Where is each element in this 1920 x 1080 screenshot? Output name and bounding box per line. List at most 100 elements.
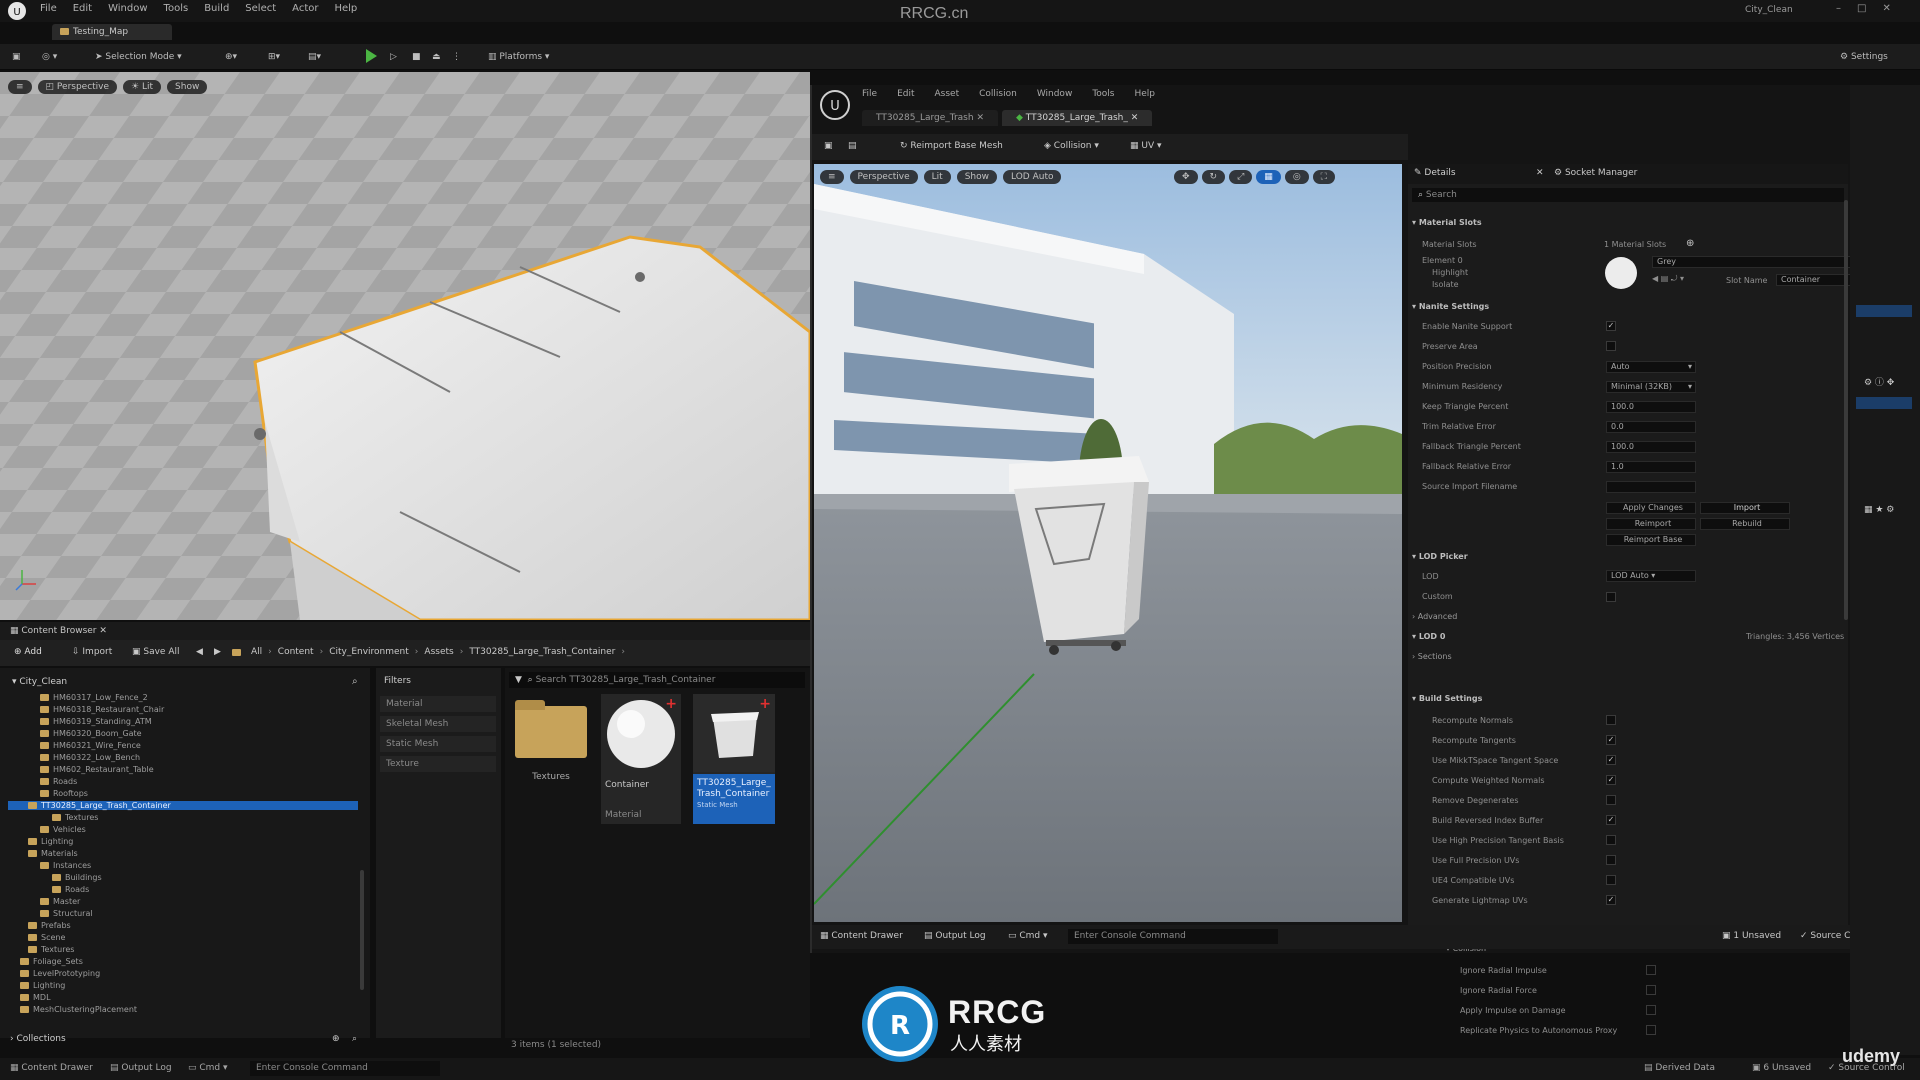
prop-input[interactable]: 1.0 <box>1606 461 1696 473</box>
details-scrollbar[interactable] <box>1844 200 1848 620</box>
collections-header[interactable]: › Collections <box>10 1034 66 1044</box>
tree-item[interactable]: HM60319_Standing_ATM <box>40 717 152 726</box>
output-log-button[interactable]: ▤ Output Log <box>110 1063 172 1073</box>
output-log-button[interactable]: ▤ Output Log <box>924 931 986 941</box>
prop-select[interactable]: Auto ▾ <box>1606 361 1696 373</box>
selection-mode-button[interactable]: ➤ Selection Mode ▾ <box>95 49 182 65</box>
filter-item[interactable]: Material <box>380 696 496 712</box>
show-button[interactable]: Show <box>956 170 998 184</box>
tree-root[interactable]: ▾ City_Clean <box>12 677 67 687</box>
content-browser-tab[interactable]: ▦ Content Browser ✕ <box>10 626 107 636</box>
outliner-selection[interactable] <box>1856 305 1912 317</box>
tree-item[interactable]: Foliage_Sets <box>20 957 83 966</box>
panel-icons[interactable]: ⚙ ⓘ ✥ <box>1864 375 1894 388</box>
cmd-button[interactable]: ▭ Cmd ▾ <box>1008 931 1048 941</box>
tree-item[interactable]: Master <box>40 897 80 906</box>
scale-icon[interactable]: ⤢ <box>1229 170 1253 184</box>
filter-item[interactable]: Static Mesh <box>380 736 496 752</box>
unreal-logo-icon[interactable]: U <box>820 90 850 120</box>
section-build-settings[interactable]: ▾ Build Settings <box>1412 694 1482 703</box>
prop-input[interactable]: 0.0 <box>1606 421 1696 433</box>
minimize-icon[interactable]: – <box>1836 3 1841 14</box>
menu-help[interactable]: Help <box>334 3 357 14</box>
prop-checkbox[interactable] <box>1646 1005 1656 1015</box>
tree-item[interactable]: MeshClusteringPlacement <box>20 1005 137 1014</box>
play-options-icon[interactable]: ⋮ <box>452 49 461 65</box>
content-drawer-button[interactable]: ▦ Content Drawer <box>820 931 903 941</box>
close-icon[interactable]: ✕ <box>1882 3 1890 14</box>
prop-checkbox[interactable]: ✓ <box>1606 755 1616 765</box>
tree-item[interactable]: Buildings <box>52 873 102 882</box>
perspective-button[interactable]: Perspective <box>849 170 918 184</box>
unsaved-indicator[interactable]: ▣ 1 Unsaved <box>1722 931 1781 941</box>
menu-window[interactable]: Window <box>108 3 147 14</box>
menu-actor[interactable]: Actor <box>292 3 318 14</box>
material-browse-icons[interactable]: ◀ ▤ ⤾ ▾ <box>1652 274 1684 284</box>
rotate-icon[interactable]: ↻ <box>1201 170 1226 184</box>
tree-item[interactable]: TT30285_Large_Trash_Container <box>8 801 358 810</box>
unreal-logo-icon[interactable]: U <box>8 2 26 20</box>
asset-tile-material[interactable]: + Container Material <box>601 694 681 824</box>
asset-tile-folder[interactable]: Textures <box>513 694 589 794</box>
lod-auto-button[interactable]: LOD Auto <box>1003 170 1062 184</box>
filter-item[interactable]: Skeletal Mesh <box>380 716 496 732</box>
import-button[interactable]: ⇩ Import <box>72 647 112 657</box>
platforms-button[interactable]: ▥ Platforms ▾ <box>488 49 549 65</box>
breadcrumb-item[interactable]: Assets <box>424 647 453 657</box>
tree-item[interactable]: HM60322_Low_Bench <box>40 753 140 762</box>
details-tab[interactable]: ✎ Details <box>1414 168 1514 178</box>
material-search-value[interactable]: Grey <box>1652 256 1852 268</box>
save-all-button[interactable]: ▣ Save All <box>132 647 180 657</box>
section-sections[interactable]: › Sections <box>1412 652 1452 661</box>
section-material-slots[interactable]: ▾ Material Slots <box>1412 218 1482 227</box>
tree-item[interactable]: Materials <box>28 849 78 858</box>
collision-button[interactable]: ◈ Collision ▾ <box>1044 141 1099 151</box>
menu-file[interactable]: File <box>40 3 57 14</box>
menu-select[interactable]: Select <box>245 3 276 14</box>
prop-checkbox[interactable] <box>1606 341 1616 351</box>
viewport-menu-icon[interactable]: ≡ <box>820 170 844 184</box>
breadcrumb-item[interactable]: Content <box>278 647 314 657</box>
socket-manager-tab[interactable]: ⚙ Socket Manager <box>1554 168 1637 178</box>
asset-tile-mesh[interactable]: + TT30285_Large_Trash_Container Static M… <box>693 694 775 824</box>
play-icon[interactable] <box>366 49 377 63</box>
tree-item[interactable]: Prefabs <box>28 921 71 930</box>
prop-checkbox[interactable]: ✓ <box>1606 895 1616 905</box>
cinematics-icon[interactable]: ▤▾ <box>308 49 321 65</box>
tree-item[interactable]: Rooftops <box>40 789 88 798</box>
prop-checkbox[interactable] <box>1646 1025 1656 1035</box>
tree-item[interactable]: MDL <box>20 993 51 1002</box>
tree-item[interactable]: Textures <box>52 813 98 822</box>
tree-item[interactable]: HM60317_Low_Fence_2 <box>40 693 148 702</box>
prop-checkbox[interactable] <box>1646 985 1656 995</box>
tree-item[interactable]: Scene <box>28 933 65 942</box>
ae-menu-tools[interactable]: Tools <box>1092 89 1114 99</box>
lod-select[interactable]: LOD Auto ▾ <box>1606 570 1696 582</box>
add-collection-icon[interactable]: ⊕ <box>332 1034 340 1044</box>
tree-item[interactable]: HM60320_Boom_Gate <box>40 729 142 738</box>
settings-button[interactable]: ⚙ Settings <box>1840 49 1888 65</box>
prop-checkbox[interactable] <box>1606 715 1616 725</box>
step-icon[interactable]: ▷ <box>390 49 397 65</box>
lit-button[interactable]: Lit <box>923 170 951 184</box>
prop-checkbox[interactable] <box>1606 835 1616 845</box>
console-input[interactable]: Enter Console Command <box>1068 929 1278 944</box>
tree-item[interactable]: Lighting <box>20 981 65 990</box>
stop-icon[interactable]: ■ <box>412 49 421 65</box>
menu-edit[interactable]: Edit <box>73 3 92 14</box>
reimport-button[interactable]: Reimport <box>1606 518 1696 530</box>
level-viewport[interactable] <box>0 72 810 620</box>
asset-search-bar[interactable]: ▼ ⌕ Search TT30285_Large_Trash_Container <box>509 672 805 688</box>
section-lod0[interactable]: ▾ LOD 0 <box>1412 632 1445 641</box>
rebuild-button[interactable]: Rebuild <box>1700 518 1790 530</box>
material-thumbnail[interactable] <box>1604 256 1638 290</box>
asset-tab[interactable]: TT30285_Large_Trash ✕ <box>862 110 998 126</box>
tree-item[interactable]: Lighting <box>28 837 73 846</box>
reimport-button[interactable]: ↻ Reimport Base Mesh <box>900 141 1003 151</box>
maximize-viewport-icon[interactable]: ⛶ <box>1312 170 1335 184</box>
prop-input[interactable]: 100.0 <box>1606 401 1696 413</box>
tree-item[interactable]: HM60321_Wire_Fence <box>40 741 141 750</box>
tree-item[interactable]: Roads <box>52 885 89 894</box>
ae-menu-edit[interactable]: Edit <box>897 89 914 99</box>
reimport-base-button[interactable]: Reimport Base <box>1606 534 1696 546</box>
